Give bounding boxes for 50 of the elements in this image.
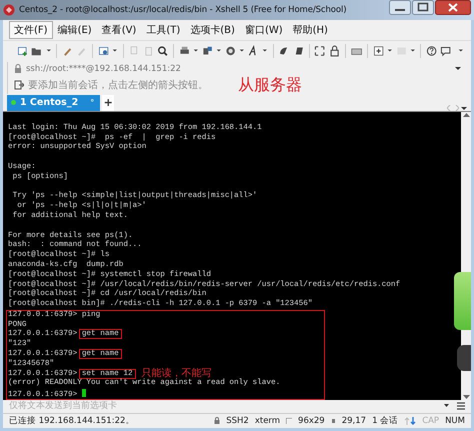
caret-icon[interactable]	[193, 47, 199, 54]
menu-item[interactable]: 查看(V)	[96, 21, 142, 39]
annotation-text: 只能读，不能写	[142, 368, 212, 379]
menu-item[interactable]: 编辑(E)	[52, 21, 97, 39]
scroll-down-icon[interactable]	[462, 395, 470, 400]
lock-icon	[214, 417, 220, 424]
send-text-field[interactable]: 仅将文本发送到当前选项卡	[9, 400, 436, 412]
lock-icon	[14, 64, 22, 74]
caret-icon[interactable]	[239, 47, 245, 54]
window-title: Centos_2 - root@localhost:/usr/local/redis/bin - Xshell 5 (Free for Home/School)	[19, 5, 348, 15]
hint-text: 要添加当前会话，点击左侧的箭头按钮。	[28, 78, 208, 92]
speed-widget[interactable]	[457, 344, 471, 371]
scroll-up-icon[interactable]	[462, 112, 470, 117]
maximize-button[interactable]	[412, 0, 434, 15]
size-icon	[286, 418, 292, 424]
caret-icon[interactable]	[458, 47, 464, 54]
caret-icon[interactable]	[112, 47, 118, 54]
app-icon	[3, 4, 15, 16]
caret-icon[interactable]	[46, 47, 52, 54]
transfer-arrows-icon	[404, 416, 416, 425]
session-count: 1 会话	[372, 414, 398, 427]
minimize-button[interactable]	[389, 0, 411, 15]
caret-icon[interactable]	[410, 47, 416, 54]
caret-icon[interactable]	[444, 404, 449, 408]
menu-item[interactable]: 窗口(W)	[240, 21, 288, 39]
close-button[interactable]	[435, 0, 471, 15]
lock-icon[interactable]	[328, 42, 340, 59]
protocol-text: SSH2	[226, 416, 249, 426]
cursor-position: 29,17	[342, 416, 366, 426]
annotation-text: 从服务器	[238, 76, 302, 93]
cursor-icon	[330, 418, 336, 424]
caret-icon[interactable]	[386, 47, 392, 54]
menu-item[interactable]: 工具(T)	[141, 21, 186, 39]
menu-item[interactable]: 选项卡(B)	[185, 21, 240, 39]
add-session-icon[interactable]	[14, 80, 24, 90]
floating-widget[interactable]	[454, 272, 471, 330]
caps-indicator: CAP	[422, 416, 440, 426]
menu-icon[interactable]	[457, 402, 465, 410]
terminal-size: 96x29	[298, 416, 325, 426]
connection-status: 已连接 192.168.144.151:22。	[9, 414, 134, 427]
caret-icon[interactable]	[262, 47, 268, 54]
terminal-type: xterm	[254, 416, 280, 426]
menu-item[interactable]: 文件(F)	[9, 21, 53, 39]
address-field[interactable]: ssh://root:****@192.168.144.151:22	[26, 64, 451, 74]
session-tab[interactable]: 1 Centos_2 °	[7, 94, 100, 111]
num-indicator: NUM	[445, 416, 465, 426]
caret-icon[interactable]	[216, 47, 222, 54]
caret-icon[interactable]	[455, 66, 461, 72]
new-tab-button[interactable]: +	[102, 94, 114, 111]
menu-item[interactable]: 帮助(H)	[288, 21, 333, 39]
